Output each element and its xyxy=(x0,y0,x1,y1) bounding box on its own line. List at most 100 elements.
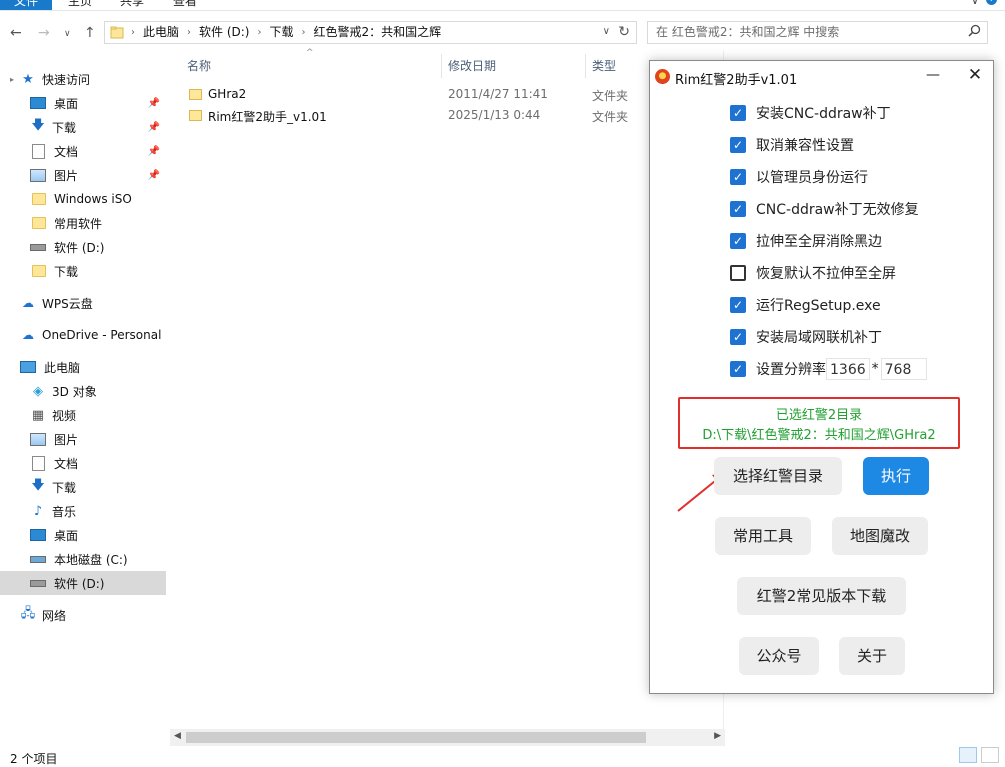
sidebar-item-common-software[interactable]: 常用软件 xyxy=(0,211,166,235)
checkbox-unchecked-icon[interactable] xyxy=(730,265,746,281)
refresh-icon[interactable]: ↻ xyxy=(618,24,630,40)
address-dropdown-icon[interactable]: ∨ xyxy=(603,26,610,37)
computer-icon xyxy=(20,361,36,373)
sidebar-item-downloads[interactable]: 🡇 下载 📌 xyxy=(0,115,166,139)
ribbon-expand-icon[interactable]: ∨ xyxy=(971,0,979,7)
sidebar-item-music[interactable]: ♪ 音乐 xyxy=(0,499,166,523)
sidebar-item-drive-d-pc[interactable]: 软件 (D:) xyxy=(0,571,166,595)
expand-arrow-icon[interactable]: ▸ xyxy=(10,75,20,84)
execute-button[interactable]: 执行 xyxy=(863,457,929,495)
checkbox-checked-icon[interactable]: ✓ xyxy=(730,297,746,313)
tab-home[interactable]: 主页 xyxy=(68,0,92,10)
breadcrumb-item[interactable]: 软件 (D:) xyxy=(199,22,249,43)
tools-button[interactable]: 常用工具 xyxy=(715,517,811,555)
file-type: 文件夹 xyxy=(592,89,629,103)
column-header-name[interactable]: 名称 xyxy=(187,54,211,78)
option-cancel-compat[interactable]: ✓ 取消兼容性设置 xyxy=(730,134,854,156)
checkbox-checked-icon[interactable]: ✓ xyxy=(730,137,746,153)
option-ddraw-fix[interactable]: ✓ CNC-ddraw补丁无效修复 xyxy=(730,198,919,220)
sidebar-item-desktop-pc[interactable]: 桌面 xyxy=(0,523,166,547)
column-header-date[interactable]: 修改日期 xyxy=(448,54,496,78)
3d-objects-icon: ◈ xyxy=(33,383,43,399)
checkbox-checked-icon[interactable]: ✓ xyxy=(730,329,746,345)
resolution-width-input[interactable]: 1366 xyxy=(826,358,870,380)
file-date: 2011/4/27 11:41 xyxy=(448,87,548,101)
about-button[interactable]: 关于 xyxy=(839,637,905,675)
details-view-icon[interactable] xyxy=(959,747,977,763)
sidebar-item-network[interactable]: 🖧 网络 xyxy=(0,603,166,627)
option-stretch-fullscreen[interactable]: ✓ 拉伸至全屏消除黑边 xyxy=(730,230,882,252)
sidebar-item-wps-cloud[interactable]: ☁ WPS云盘 xyxy=(0,291,166,315)
map-edit-button[interactable]: 地图魔改 xyxy=(832,517,928,555)
file-row[interactable]: Rim红警2助手_v1.01 2025/1/13 0:44 文件夹 xyxy=(185,106,640,126)
file-date: 2025/1/13 0:44 xyxy=(448,108,541,122)
sidebar-item-windows-iso[interactable]: Windows iSO xyxy=(0,187,166,211)
breadcrumb: › 此电脑 › 软件 (D:) › 下载 › 红色警戒2：共和国之辉 xyxy=(131,22,441,43)
option-restore-default[interactable]: 恢复默认不拉伸至全屏 xyxy=(730,262,896,284)
option-label: 以管理员身份运行 xyxy=(756,170,868,186)
scroll-right-icon[interactable]: ▶ xyxy=(714,731,721,741)
sidebar-item-downloads-pc[interactable]: 🡇 下载 xyxy=(0,475,166,499)
wechat-account-button[interactable]: 公众号 xyxy=(739,637,819,675)
version-download-button[interactable]: 红警2常见版本下载 xyxy=(737,577,906,615)
file-row[interactable]: GHra2 2011/4/27 11:41 文件夹 xyxy=(185,85,640,105)
sidebar-item-this-pc[interactable]: 此电脑 xyxy=(0,355,166,379)
document-icon xyxy=(32,143,45,159)
option-set-resolution[interactable]: ✓ 设置分辨率 1366 * 768 xyxy=(730,358,927,380)
address-bar[interactable]: › 此电脑 › 软件 (D:) › 下载 › 红色警戒2：共和国之辉 ∨ ↻ xyxy=(104,21,637,44)
sidebar-item-label: 视频 xyxy=(52,408,77,423)
sidebar-item-onedrive[interactable]: ☁ OneDrive - Personal xyxy=(0,323,166,347)
sidebar-item-desktop[interactable]: 桌面 📌 xyxy=(0,91,166,115)
back-arrow-icon[interactable]: ← xyxy=(10,25,22,41)
column-header-type[interactable]: 类型 xyxy=(592,54,616,78)
tab-share[interactable]: 共享 xyxy=(120,0,144,10)
scroll-left-icon[interactable]: ◀ xyxy=(174,731,181,741)
sidebar-item-downloads-folder[interactable]: 下载 xyxy=(0,259,166,283)
close-button[interactable]: ✕ xyxy=(960,65,990,87)
checkbox-checked-icon[interactable]: ✓ xyxy=(730,233,746,249)
sidebar-item-quick-access[interactable]: ▸ ★ 快速访问 xyxy=(0,67,166,91)
horizontal-scrollbar[interactable]: ◀ ▶ xyxy=(170,729,725,746)
sidebar-item-pictures[interactable]: 图片 📌 xyxy=(0,163,166,187)
breadcrumb-item[interactable]: 下载 xyxy=(269,22,293,43)
recent-locations-icon[interactable]: ∨ xyxy=(64,29,71,39)
checkbox-checked-icon[interactable]: ✓ xyxy=(730,361,746,377)
search-box[interactable]: 在 红色警戒2：共和国之辉 中搜索 xyxy=(647,21,988,44)
sidebar-item-documents[interactable]: 文档 📌 xyxy=(0,139,166,163)
option-lan-patch[interactable]: ✓ 安装局域网联机补丁 xyxy=(730,326,882,348)
checkbox-checked-icon[interactable]: ✓ xyxy=(730,169,746,185)
sidebar-item-3d-objects[interactable]: ◈ 3D 对象 xyxy=(0,379,166,403)
large-icons-view-icon[interactable] xyxy=(981,747,999,763)
option-cnc-ddraw[interactable]: ✓ 安装CNC-ddraw补丁 xyxy=(730,102,891,124)
sidebar-item-label: 网络 xyxy=(42,608,67,623)
sidebar-item-drive-d[interactable]: 软件 (D:) xyxy=(0,235,166,259)
scrollbar-thumb[interactable] xyxy=(186,732,646,743)
tab-file[interactable]: 文件 xyxy=(0,0,52,10)
checkbox-checked-icon[interactable]: ✓ xyxy=(730,201,746,217)
sidebar-item-videos[interactable]: ▦ 视频 xyxy=(0,403,166,427)
sidebar-item-pictures-pc[interactable]: 图片 xyxy=(0,427,166,451)
ribbon: 文件 主页 共享 查看 ∨ ? xyxy=(0,0,1005,11)
help-icon[interactable]: ? xyxy=(986,0,997,5)
sidebar-item-documents-pc[interactable]: 文档 xyxy=(0,451,166,475)
search-icon[interactable] xyxy=(968,24,981,41)
up-arrow-icon[interactable]: ↑ xyxy=(84,25,96,41)
resolution-height-input[interactable]: 768 xyxy=(880,358,927,380)
option-label: CNC-ddraw补丁无效修复 xyxy=(756,202,919,218)
option-run-as-admin[interactable]: ✓ 以管理员身份运行 xyxy=(730,166,868,188)
breadcrumb-item[interactable]: 红色警戒2：共和国之辉 xyxy=(314,22,442,43)
breadcrumb-item[interactable]: 此电脑 xyxy=(143,22,179,43)
sidebar-item-drive-c[interactable]: 本地磁盘 (C:) xyxy=(0,547,166,571)
folder-icon xyxy=(32,217,46,229)
tab-view[interactable]: 查看 xyxy=(173,0,197,10)
option-run-regsetup[interactable]: ✓ 运行RegSetup.exe xyxy=(730,294,881,316)
search-placeholder[interactable]: 在 红色警戒2：共和国之辉 中搜索 xyxy=(656,22,839,43)
option-label: 安装局域网联机补丁 xyxy=(756,330,882,346)
checkbox-checked-icon[interactable]: ✓ xyxy=(730,105,746,121)
download-icon: 🡇 xyxy=(31,478,45,493)
resolution-separator: * xyxy=(871,361,879,377)
forward-arrow-icon[interactable]: → xyxy=(38,25,50,41)
minimize-button[interactable]: — xyxy=(918,67,948,87)
file-name: GHra2 xyxy=(208,87,247,101)
select-directory-button[interactable]: 选择红警目录 xyxy=(714,457,842,495)
